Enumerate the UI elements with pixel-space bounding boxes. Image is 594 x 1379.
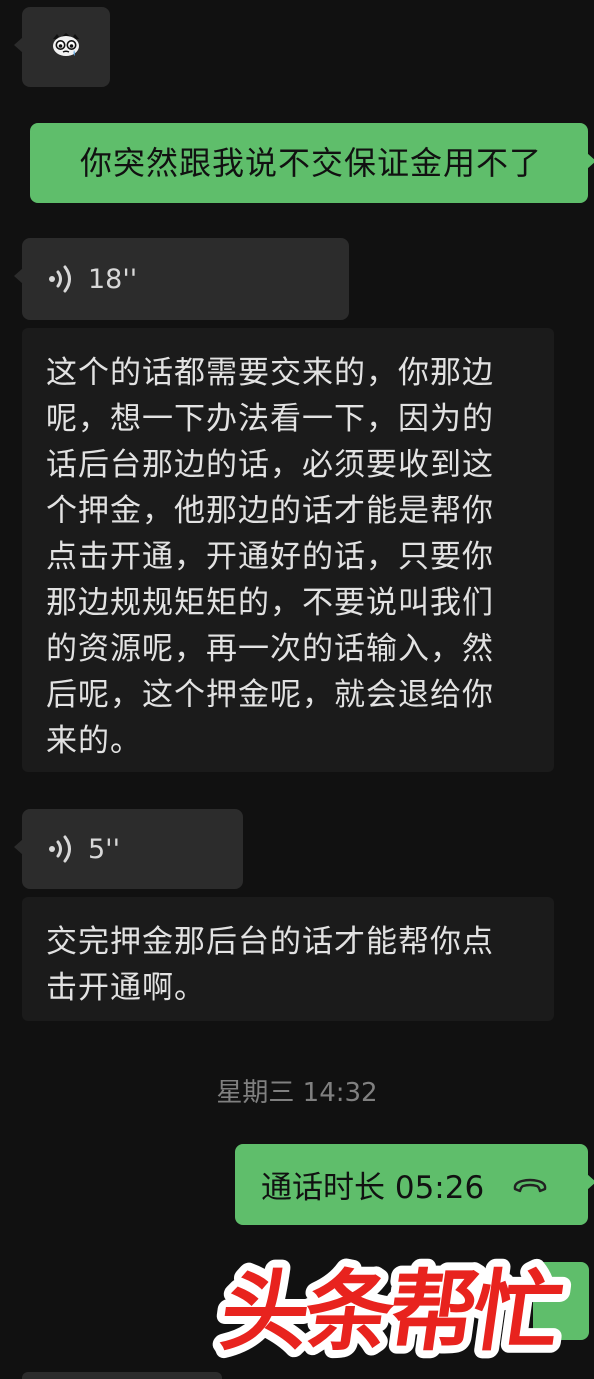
voice-message-2[interactable]: 5'' <box>14 809 243 889</box>
watermark-text: 头条帮忙 <box>214 1260 567 1362</box>
transcript-line: 来的。 <box>46 723 142 759</box>
transcript-line: 的资源呢，再一次的话输入，然 <box>46 631 494 667</box>
sticker-message-bubble[interactable] <box>14 7 110 87</box>
transcript-line: 这个的话都需要交来的，你那边 <box>46 355 494 391</box>
transcript-line: 交完押金那后台的话才能帮你点 <box>46 924 494 960</box>
transcript-line: 那边规规矩矩的，不要说叫我们 <box>46 585 494 621</box>
call-record-message[interactable]: 通话时长 05:26 <box>235 1144 594 1225</box>
transcript-line: 点击开通，开通好的话，只要你 <box>46 539 494 575</box>
voice-wave-icon <box>49 835 71 863</box>
voice-transcript-2: 交完押金那后台的话才能帮你点 击开通啊。 <box>22 897 554 1021</box>
outgoing-message-text: 你突然跟我说不交保证金用不了 <box>80 144 543 182</box>
transcript-line: 个押金，他那边的话才能是帮你 <box>46 493 494 529</box>
partial-incoming-bubble[interactable] <box>22 1372 222 1379</box>
phone-hangup-icon <box>513 1178 547 1192</box>
toutiao-bangmang-watermark-logo: 头条帮忙 头条帮忙 <box>206 1252 575 1370</box>
voice-duration: 5'' <box>88 833 121 865</box>
chat-timestamp: 星期三 14:32 <box>216 1078 378 1108</box>
voice-transcript-1: 这个的话都需要交来的，你那边 呢，想一下办法看一下，因为的 话后台那边的话，必须… <box>22 328 554 772</box>
transcript-line: 击开通啊。 <box>46 970 206 1006</box>
call-duration-label: 通话时长 05:26 <box>261 1170 485 1206</box>
voice-wave-icon <box>49 265 71 293</box>
transcript-line: 呢，想一下办法看一下，因为的 <box>46 401 494 437</box>
voice-duration: 18'' <box>88 263 138 295</box>
outgoing-text-message[interactable]: 你突然跟我说不交保证金用不了 <box>30 123 594 203</box>
crying-face-sticker-icon <box>53 33 79 56</box>
transcript-line: 话后台那边的话，必须要收到这 <box>46 447 494 483</box>
transcript-line: 后呢，这个押金呢，就会退给你 <box>46 677 494 713</box>
voice-message-1[interactable]: 18'' <box>14 238 349 320</box>
